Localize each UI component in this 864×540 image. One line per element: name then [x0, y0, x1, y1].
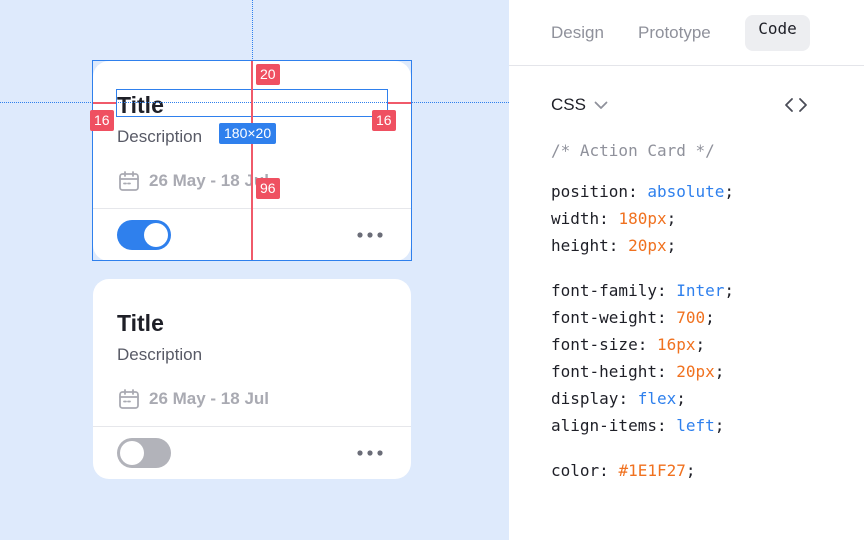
card-date-row: 26 May - 18 Jul [117, 169, 269, 193]
code-property: position [551, 182, 629, 201]
code-value: 180px [618, 209, 667, 228]
code-line-font-size: font-size: 16px; [551, 335, 706, 354]
code-line-color: color: #1E1F27; [551, 461, 696, 480]
calendar-icon [117, 387, 141, 411]
design-canvas[interactable]: Title Description 26 May - 18 Jul Title … [0, 0, 509, 540]
code-value: #1E1F27 [618, 461, 686, 480]
language-label: CSS [551, 95, 586, 114]
card-toggle[interactable] [117, 438, 171, 468]
card-description: Description [117, 345, 203, 364]
inspector-tabs: Design Prototype Code [509, 0, 864, 66]
code-property: font-family [551, 281, 657, 300]
measure-bottom-label: 96 [256, 178, 280, 199]
code-property: color [551, 461, 600, 480]
code-value: left [676, 416, 715, 435]
code-block-typography: font-family: Inter; font-weight: 700; font… [551, 277, 734, 439]
calendar-icon [117, 169, 141, 193]
card-divider [93, 426, 411, 427]
card-title[interactable]: Title [117, 91, 164, 119]
code-brackets-icon[interactable] [783, 92, 809, 118]
measure-top-label: 20 [256, 64, 280, 85]
tab-code[interactable]: Code [745, 15, 810, 51]
code-block-color: color: #1E1F27; [551, 457, 696, 484]
code-line-position: position: absolute; [551, 182, 735, 201]
code-value: 20px [676, 362, 715, 381]
code-value: Inter [676, 281, 725, 300]
more-horizontal-icon[interactable] [356, 221, 384, 249]
code-value: absolute [647, 182, 725, 201]
tab-design[interactable]: Design [551, 15, 604, 51]
code-line-font-family: font-family: Inter; [551, 281, 735, 300]
card-date-row: 26 May - 18 Jul [117, 387, 269, 411]
code-value: flex [637, 389, 677, 408]
code-line-font-height: font-height: 20px; [551, 362, 725, 381]
code-line-height: height: 20px; [551, 236, 677, 255]
toggle-knob [120, 441, 144, 465]
measure-left-label: 16 [90, 110, 114, 131]
code-line-width: width: 180px; [551, 209, 677, 228]
inspector-panel: Design Prototype Code CSS /* Action Card… [509, 0, 864, 540]
card-date: 26 May - 18 Jul [149, 389, 270, 408]
measure-line-right [388, 102, 411, 104]
code-line-display: display: flex; [551, 389, 686, 408]
alignment-guide-vertical [252, 0, 253, 61]
code-property: font-height [551, 362, 657, 381]
code-property: height [551, 236, 609, 255]
code-property: align-items [551, 416, 657, 435]
code-property: font-weight [551, 308, 657, 327]
action-card[interactable]: Title Description 26 May - 18 Jul [93, 279, 411, 479]
code-value: 20px [628, 236, 667, 255]
code-property: font-size [551, 335, 638, 354]
code-block-box: position: absolute; width: 180px; height: … [551, 178, 734, 259]
code-property: display [551, 389, 619, 408]
code-line-font-weight: font-weight: 700; [551, 308, 715, 327]
card-description: Description [117, 127, 203, 146]
code-line-align-items: align-items: left; [551, 416, 725, 435]
tab-prototype[interactable]: Prototype [638, 15, 711, 51]
measure-right-label: 16 [372, 110, 396, 131]
card-title[interactable]: Title [117, 309, 164, 337]
language-select[interactable]: CSS [551, 92, 608, 118]
size-label: 180×20 [219, 123, 277, 144]
toggle-knob [144, 223, 168, 247]
chevron-down-icon [594, 101, 608, 110]
alignment-guide-horizontal [0, 102, 509, 103]
more-horizontal-icon[interactable] [356, 439, 384, 467]
code-property: width [551, 209, 600, 228]
code-comment: /* Action Card */ [551, 141, 715, 160]
measure-line-left [93, 102, 116, 104]
card-toggle[interactable] [117, 220, 171, 250]
code-value: 16px [656, 335, 696, 354]
code-value: 700 [676, 308, 706, 327]
measure-line-vertical [251, 61, 253, 260]
